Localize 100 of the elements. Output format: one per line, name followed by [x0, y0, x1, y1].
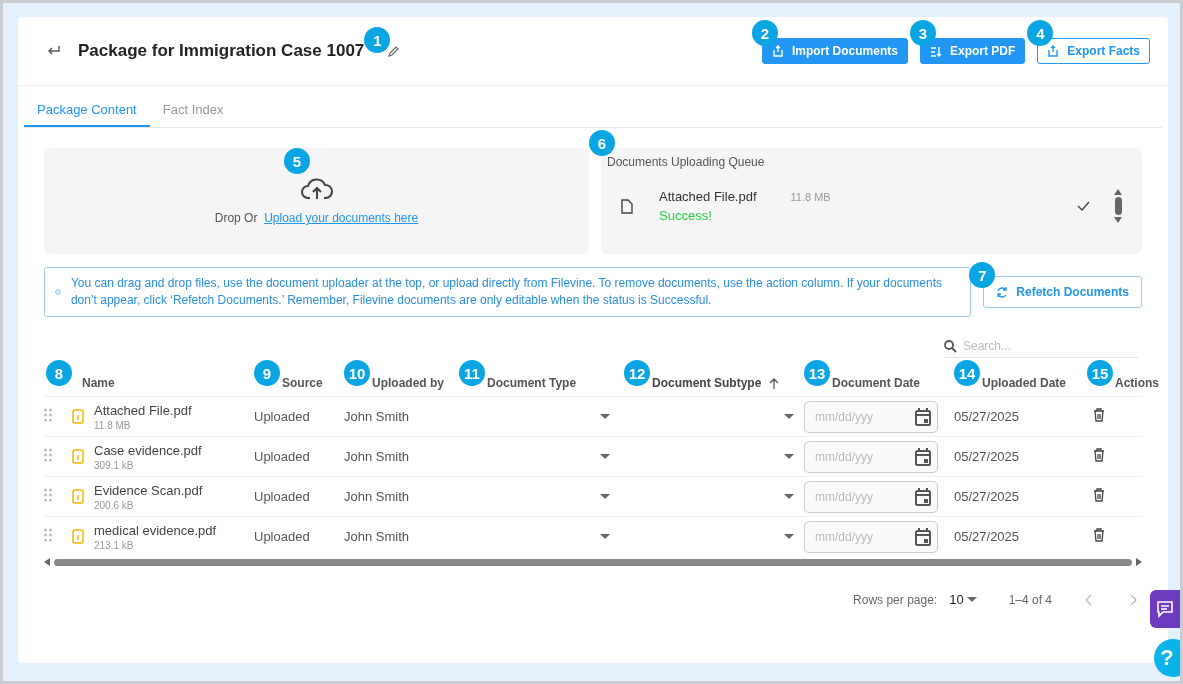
drag-handle-icon[interactable]	[44, 408, 52, 422]
callout-badge: 15	[1087, 360, 1113, 386]
uploaded-date-cell: 05/27/2025	[954, 476, 1087, 517]
export-icon	[1047, 45, 1060, 57]
page-range: 1–4 of 4	[1008, 592, 1052, 607]
cloud-upload-icon	[299, 177, 334, 201]
column-header[interactable]: Actions	[1115, 376, 1159, 390]
column-header[interactable]: Uploaded Date	[982, 376, 1066, 390]
column-header[interactable]: Document Type	[487, 376, 577, 390]
callout-badge: 2	[751, 20, 778, 46]
drag-handle-icon[interactable]	[44, 448, 52, 462]
upload-status: Success!	[659, 208, 713, 223]
callout-badge: 9	[254, 360, 280, 386]
info-icon	[55, 287, 61, 297]
queue-file-name: Attached File.pdf	[659, 189, 757, 204]
callout-badge: 13	[804, 360, 830, 386]
trash-icon[interactable]	[1093, 408, 1105, 422]
dropdown-caret-icon[interactable]	[784, 494, 794, 499]
callout-badge: 8	[46, 360, 72, 386]
scroll-left-icon[interactable]	[44, 558, 50, 566]
uploader-cell: John Smith	[344, 436, 459, 477]
file-size: 200.6 kB	[94, 499, 135, 511]
file-size: 213.1 kB	[94, 539, 135, 551]
calendar-icon	[915, 487, 931, 506]
back-arrow-icon[interactable]	[46, 45, 60, 57]
dropdown-caret-icon[interactable]	[600, 494, 610, 499]
info-text: You can drag and drop files, use the document uploader at the top, or upload directly from Filevine. To remove documents, use the action column. If your documents don’t appear, click ‘Refetch Documents.’ Remember, Filevine documents are only editable when the status is Successful.	[70, 275, 944, 309]
trash-icon[interactable]	[1093, 448, 1105, 462]
uploaded-date-cell: 05/27/2025	[954, 436, 1087, 477]
callout-badge: 14	[954, 360, 980, 386]
callout-badge: 7	[969, 262, 996, 288]
trash-icon[interactable]	[1093, 488, 1105, 502]
search-field[interactable]: Search...	[944, 339, 1138, 358]
dropdown-caret-icon[interactable]	[784, 534, 794, 539]
date-input[interactable]: mm/dd/yyy	[815, 489, 889, 504]
document-icon	[621, 198, 633, 214]
dropdown-caret-icon[interactable]	[600, 454, 610, 459]
callout-badge: 11	[459, 360, 485, 386]
date-input[interactable]: mm/dd/yyy	[815, 409, 889, 424]
source-cell: Uploaded	[254, 396, 344, 437]
horizontal-scrollbar[interactable]	[44, 556, 1142, 568]
uploader-cell: John Smith	[344, 476, 459, 517]
rows-per-page-label: Rows per page:	[853, 592, 938, 607]
file-icon	[72, 489, 84, 504]
source-cell: Uploaded	[254, 436, 344, 477]
rows-per-page-select[interactable]: 10	[949, 592, 977, 607]
scroll-up-icon[interactable]	[1114, 189, 1122, 195]
dropdown-caret-icon[interactable]	[784, 414, 794, 419]
file-name: Case evidence.pdf	[94, 442, 202, 458]
chat-button[interactable]	[1150, 590, 1180, 628]
scroll-right-icon[interactable]	[1136, 558, 1142, 566]
date-field[interactable]: mm/dd/yyy	[804, 520, 938, 553]
callout-badge: 5	[284, 148, 310, 174]
queue-title: Documents Uploading Queue	[607, 155, 765, 169]
source-cell: Uploaded	[254, 476, 344, 517]
file-icon	[72, 409, 84, 424]
scrollbar[interactable]	[1114, 189, 1122, 223]
column-header[interactable]: Document Subtype	[652, 376, 762, 390]
callout-badge: 6	[589, 130, 615, 156]
file-name: medical evidence.pdf	[94, 522, 217, 538]
scroll-down-icon[interactable]	[1114, 217, 1122, 223]
source-cell: Uploaded	[254, 516, 344, 556]
file-size: 309.1 kB	[94, 459, 135, 471]
date-input[interactable]: mm/dd/yyy	[815, 449, 889, 464]
callout-badge: 4	[1027, 20, 1054, 46]
uploader-cell: John Smith	[344, 396, 459, 437]
callout-badge: 1	[364, 27, 391, 53]
date-field[interactable]: mm/dd/yyy	[804, 480, 938, 513]
calendar-icon	[915, 447, 931, 466]
file-icon	[72, 529, 84, 544]
drag-handle-icon[interactable]	[44, 528, 52, 542]
file-name: Evidence Scan.pdf	[94, 482, 203, 498]
trash-icon[interactable]	[1093, 528, 1105, 542]
file-size: 11.8 MB	[94, 419, 132, 431]
caret-icon	[966, 597, 977, 602]
callout-badge: 10	[344, 360, 370, 386]
pencil-icon[interactable]	[388, 45, 400, 57]
search-icon	[944, 339, 957, 353]
column-header[interactable]: Uploaded by	[372, 376, 444, 390]
dropdown-caret-icon[interactable]	[600, 534, 610, 539]
file-icon	[72, 449, 84, 464]
dropdown-caret-icon[interactable]	[784, 454, 794, 459]
callout-badge: 3	[909, 20, 936, 46]
date-field[interactable]: mm/dd/yyy	[804, 400, 938, 433]
callout-badge: 12	[624, 360, 650, 386]
refresh-icon	[996, 286, 1009, 298]
calendar-icon	[915, 527, 931, 546]
date-field[interactable]: mm/dd/yyy	[804, 440, 938, 473]
import-icon	[771, 45, 784, 57]
column-header[interactable]: Document Date	[832, 376, 920, 390]
column-header[interactable]: Name	[82, 376, 115, 390]
date-input[interactable]: mm/dd/yyy	[815, 529, 889, 544]
dropdown-caret-icon[interactable]	[600, 414, 610, 419]
upload-dropzone[interactable]: 5 Drop Or Upload your documents here	[44, 148, 589, 254]
file-name: Attached File.pdf	[94, 402, 192, 418]
column-header[interactable]: Source	[282, 376, 323, 390]
sort-ascending-icon[interactable]	[769, 378, 780, 389]
page-title: Package for Immigration Case 1007	[78, 41, 365, 60]
drag-handle-icon[interactable]	[44, 488, 52, 502]
download-icon	[929, 45, 942, 57]
